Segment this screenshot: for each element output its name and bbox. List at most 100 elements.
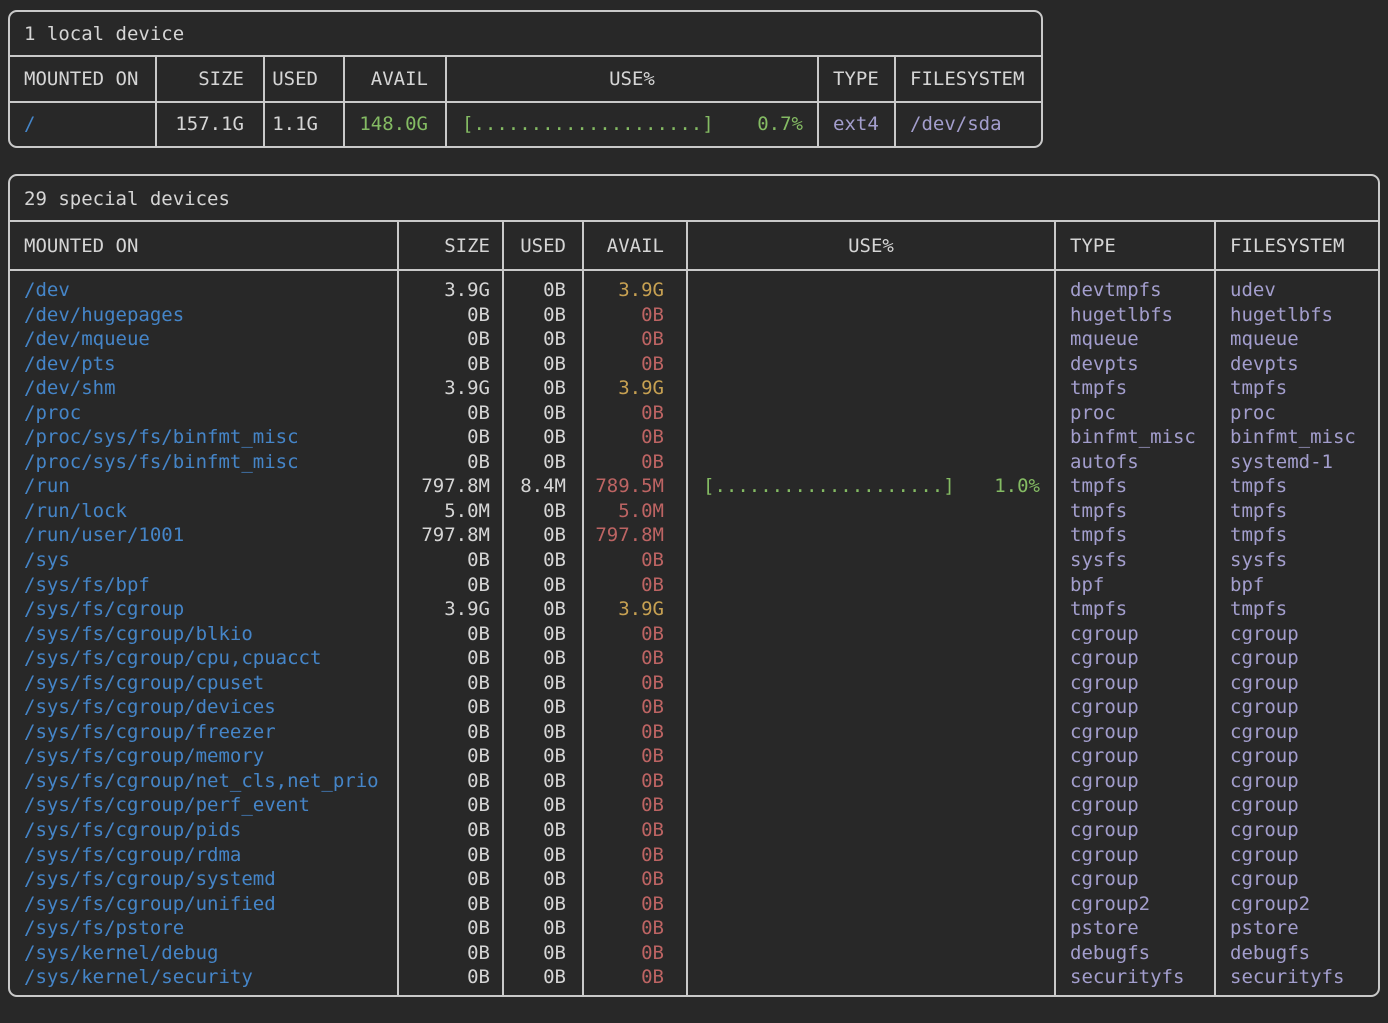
- type-cell: devtmpfs: [1055, 278, 1215, 303]
- special-table-header-row: MOUNTED ONSIZEUSEDAVAILUSE%TYPEFILESYSTE…: [10, 222, 1378, 271]
- column-header-use: USE%: [687, 235, 1055, 257]
- device-row: /sys/fs/pstore0B0B0Bpstorepstore: [10, 916, 1378, 941]
- column-separator: [397, 222, 399, 995]
- filesystem-cell: sysfs: [1215, 548, 1378, 573]
- size-cell: 0B: [398, 965, 503, 990]
- avail-cell: 3.9G: [583, 597, 687, 622]
- column-header-filesystem: FILESYSTEM: [1215, 235, 1378, 257]
- avail-cell: 797.8M: [583, 523, 687, 548]
- used-cell: 0B: [503, 450, 583, 475]
- mounted-on-cell: /sys/fs/cgroup/memory: [10, 744, 398, 769]
- mounted-on-cell: /run/user/1001: [10, 523, 398, 548]
- used-cell: 0B: [503, 720, 583, 745]
- filesystem-cell: cgroup: [1215, 818, 1378, 843]
- size-cell: 157.1G: [156, 103, 264, 146]
- mounted-on-cell: /sys/fs/cgroup/cpuset: [10, 671, 398, 696]
- use-percent-cell: [687, 548, 1055, 573]
- used-cell: 0B: [503, 867, 583, 892]
- device-row: /sys/kernel/security0B0B0Bsecurityfssecu…: [10, 965, 1378, 990]
- size-cell: 0B: [398, 695, 503, 720]
- device-row: /proc0B0B0Bprocproc: [10, 401, 1378, 426]
- device-row: /sys/fs/cgroup/memory0B0B0Bcgroupcgroup: [10, 744, 1378, 769]
- device-row: /run797.8M8.4M789.5M[...................…: [10, 474, 1378, 499]
- column-header-use: USE%: [446, 68, 818, 90]
- usage-percent: 0.7%: [757, 103, 803, 146]
- filesystem-cell: cgroup: [1215, 843, 1378, 868]
- filesystem-cell: /dev/sda: [895, 103, 1041, 146]
- size-cell: 0B: [398, 744, 503, 769]
- type-cell: hugetlbfs: [1055, 303, 1215, 328]
- column-separator: [155, 57, 157, 146]
- mounted-on-cell: /sys/fs/cgroup/systemd: [10, 867, 398, 892]
- avail-cell: 0B: [583, 327, 687, 352]
- size-cell: 797.8M: [398, 523, 503, 548]
- mounted-on-cell: /dev/pts: [10, 352, 398, 377]
- type-cell: tmpfs: [1055, 597, 1215, 622]
- avail-cell: 148.0G: [344, 103, 446, 146]
- used-cell: 0B: [503, 303, 583, 328]
- used-cell: 0B: [503, 965, 583, 990]
- avail-cell: 0B: [583, 892, 687, 917]
- used-cell: 0B: [503, 425, 583, 450]
- mounted-on-cell: /dev/hugepages: [10, 303, 398, 328]
- column-header-type: TYPE: [1055, 235, 1215, 257]
- size-cell: 3.9G: [398, 597, 503, 622]
- filesystem-cell: cgroup: [1215, 769, 1378, 794]
- size-cell: 0B: [398, 892, 503, 917]
- filesystem-cell: mqueue: [1215, 327, 1378, 352]
- used-cell: 8.4M: [503, 474, 583, 499]
- filesystem-cell: cgroup: [1215, 622, 1378, 647]
- device-row: /sys/fs/cgroup/rdma0B0B0Bcgroupcgroup: [10, 843, 1378, 868]
- size-cell: 0B: [398, 573, 503, 598]
- used-cell: 0B: [503, 646, 583, 671]
- avail-cell: 5.0M: [583, 499, 687, 524]
- avail-cell: 0B: [583, 548, 687, 573]
- device-row: /dev3.9G0B3.9Gdevtmpfsudev: [10, 278, 1378, 303]
- device-row: /157.1G1.1G148.0G[....................]0…: [10, 103, 1041, 146]
- used-cell: 0B: [503, 843, 583, 868]
- avail-cell: 0B: [583, 818, 687, 843]
- size-cell: 0B: [398, 352, 503, 377]
- column-header-mountedon: MOUNTED ON: [10, 68, 156, 90]
- type-cell: cgroup: [1055, 867, 1215, 892]
- device-row: /sys/fs/bpf0B0B0Bbpfbpf: [10, 573, 1378, 598]
- filesystem-cell: proc: [1215, 401, 1378, 426]
- use-percent-cell: [687, 720, 1055, 745]
- type-cell: tmpfs: [1055, 474, 1215, 499]
- use-percent-cell: [687, 499, 1055, 524]
- use-percent-cell: [687, 597, 1055, 622]
- column-separator: [263, 57, 265, 146]
- type-cell: cgroup: [1055, 793, 1215, 818]
- use-percent-cell: [687, 622, 1055, 647]
- mounted-on-cell: /dev/mqueue: [10, 327, 398, 352]
- type-cell: binfmt_misc: [1055, 425, 1215, 450]
- mounted-on-cell: /sys/fs/cgroup/freezer: [10, 720, 398, 745]
- size-cell: 0B: [398, 867, 503, 892]
- mounted-on-cell: /proc/sys/fs/binfmt_misc: [10, 425, 398, 450]
- column-separator: [1054, 222, 1056, 995]
- use-percent-cell: [687, 278, 1055, 303]
- use-percent-cell: [687, 769, 1055, 794]
- filesystem-cell: bpf: [1215, 573, 1378, 598]
- local-table-header-row: MOUNTED ONSIZEUSEDAVAILUSE%TYPEFILESYSTE…: [10, 57, 1041, 103]
- size-cell: 0B: [398, 646, 503, 671]
- type-cell: tmpfs: [1055, 376, 1215, 401]
- device-row: /sys/fs/cgroup/freezer0B0B0Bcgroupcgroup: [10, 720, 1378, 745]
- size-cell: 0B: [398, 769, 503, 794]
- used-cell: 0B: [503, 941, 583, 966]
- used-cell: 0B: [503, 769, 583, 794]
- avail-cell: 0B: [583, 695, 687, 720]
- type-cell: bpf: [1055, 573, 1215, 598]
- used-cell: 0B: [503, 548, 583, 573]
- filesystem-cell: cgroup2: [1215, 892, 1378, 917]
- used-cell: 0B: [503, 523, 583, 548]
- type-cell: cgroup: [1055, 695, 1215, 720]
- used-cell: 0B: [503, 892, 583, 917]
- mounted-on-cell: /sys/fs/cgroup/rdma: [10, 843, 398, 868]
- size-cell: 0B: [398, 425, 503, 450]
- type-cell: cgroup: [1055, 769, 1215, 794]
- size-cell: 0B: [398, 941, 503, 966]
- type-cell: devpts: [1055, 352, 1215, 377]
- device-row: /sys/fs/cgroup3.9G0B3.9Gtmpfstmpfs: [10, 597, 1378, 622]
- type-cell: securityfs: [1055, 965, 1215, 990]
